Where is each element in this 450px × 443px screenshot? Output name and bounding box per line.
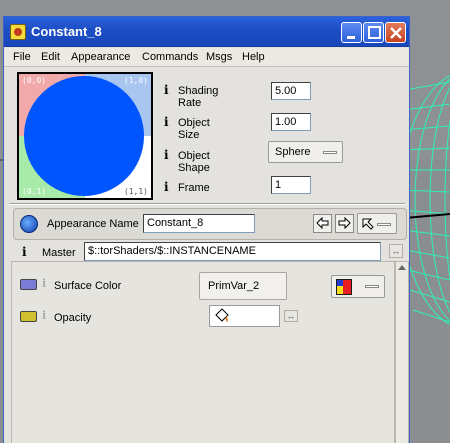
appearance-window: Constant_8 File Edit Appearance Commands… bbox=[3, 16, 410, 443]
app-icon bbox=[10, 24, 26, 40]
frame-field[interactable]: 1 bbox=[271, 176, 311, 194]
appearance-name-panel: Appearance Name Constant_8 bbox=[13, 208, 407, 240]
title-bar[interactable]: Constant_8 bbox=[4, 17, 409, 47]
cursor-menu-button[interactable] bbox=[357, 213, 397, 234]
window-title: Constant_8 bbox=[31, 24, 102, 39]
master-label: Master bbox=[42, 247, 76, 259]
shading-rate-label: Shading Rate bbox=[178, 85, 219, 109]
menu-edit[interactable]: Edit bbox=[41, 51, 60, 63]
paint-bucket-icon bbox=[215, 308, 229, 322]
frame-label: Frame bbox=[178, 182, 210, 194]
object-shape-label: Object Shape bbox=[178, 150, 210, 174]
object-size-field[interactable]: 1.00 bbox=[271, 113, 311, 131]
menu-bar: File Edit Appearance Commands Msgs Help bbox=[4, 48, 409, 67]
shader-preview[interactable]: (0,0) (1,0) (0,1) (1,1) bbox=[17, 72, 153, 200]
arrow-left-button[interactable] bbox=[313, 214, 332, 233]
preview-corner-label: (1,1) bbox=[123, 187, 148, 196]
info-icon[interactable]: i bbox=[42, 309, 46, 322]
parameter-list: i Surface Color PrimVar_2 i Opacity ↔ bbox=[11, 261, 395, 443]
opacity-label: Opacity bbox=[54, 312, 92, 324]
menu-commands[interactable]: Commands bbox=[142, 51, 198, 63]
surface-color-connection-button[interactable]: PrimVar_2 bbox=[199, 272, 287, 300]
info-icon[interactable]: i bbox=[42, 277, 46, 290]
appearance-name-label: Appearance Name bbox=[47, 218, 139, 230]
opacity-paint-field[interactable] bbox=[209, 305, 280, 327]
menu-appearance[interactable]: Appearance bbox=[71, 51, 130, 63]
info-icon[interactable]: i bbox=[164, 83, 169, 97]
menu-msgs[interactable]: Msgs bbox=[206, 51, 232, 63]
globe-icon bbox=[20, 215, 38, 233]
arrow-right-button[interactable] bbox=[335, 214, 354, 233]
info-icon[interactable]: i bbox=[164, 180, 169, 194]
arrow-right-icon bbox=[338, 216, 351, 230]
preview-corner-label: (0,1) bbox=[22, 187, 47, 196]
maximize-button[interactable] bbox=[363, 22, 384, 43]
menu-help[interactable]: Help bbox=[242, 51, 265, 63]
preview-sphere bbox=[24, 76, 144, 196]
arrow-left-icon bbox=[316, 216, 329, 230]
menu-file[interactable]: File bbox=[13, 51, 31, 63]
minimize-button[interactable] bbox=[341, 22, 362, 43]
info-icon[interactable]: i bbox=[164, 148, 169, 162]
appearance-name-field[interactable]: Constant_8 bbox=[143, 214, 255, 233]
shading-rate-field[interactable]: 5.00 bbox=[271, 82, 311, 100]
divider bbox=[9, 203, 405, 205]
info-icon[interactable]: i bbox=[22, 245, 27, 259]
dropdown-bar-icon bbox=[377, 223, 391, 226]
surface-color-label: Surface Color bbox=[54, 280, 122, 292]
arrow-up-left-icon bbox=[362, 218, 374, 230]
surface-color-swatch[interactable] bbox=[20, 279, 37, 290]
dropdown-bar-icon bbox=[365, 285, 379, 288]
object-size-label: Object Size bbox=[178, 117, 210, 141]
object-shape-value: Sphere bbox=[275, 146, 311, 158]
link-toggle-button[interactable]: ↔ bbox=[389, 244, 403, 258]
dropdown-bar-icon bbox=[323, 151, 337, 154]
surface-color-menu-button[interactable] bbox=[331, 275, 385, 298]
preview-corner-label: (1,0) bbox=[123, 76, 148, 85]
parameter-scrollbar[interactable] bbox=[395, 261, 409, 443]
link-toggle-button[interactable]: ↔ bbox=[284, 310, 298, 322]
scroll-up-icon[interactable] bbox=[396, 262, 408, 274]
master-field[interactable]: $::torShaders/$::INSTANCENAME bbox=[84, 242, 381, 261]
preview-corner-label: (0,0) bbox=[22, 76, 47, 85]
object-shape-dropdown[interactable]: Sphere bbox=[268, 141, 343, 163]
close-button[interactable] bbox=[385, 22, 406, 43]
info-icon[interactable]: i bbox=[164, 115, 169, 129]
opacity-swatch[interactable] bbox=[20, 311, 37, 322]
color-palette-icon bbox=[336, 279, 352, 295]
